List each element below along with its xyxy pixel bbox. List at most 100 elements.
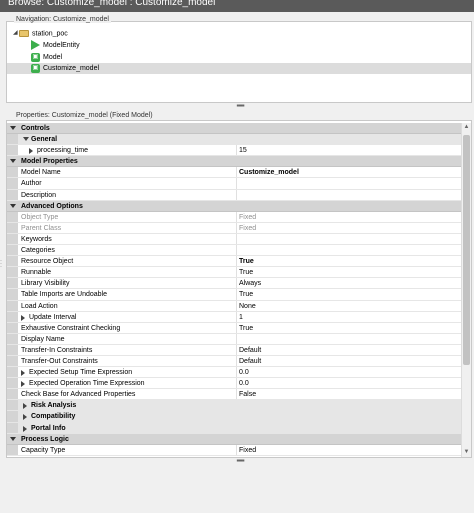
category-row-model-properties[interactable]: Model Properties (7, 156, 463, 168)
property-value-transfer-in-constraints[interactable]: Default (236, 344, 463, 355)
navigation-panel-label: Navigation: Customize_model (14, 16, 111, 23)
property-value-description[interactable] (236, 189, 463, 200)
row-gutter[interactable] (7, 123, 18, 134)
property-value-resource-object[interactable]: True (236, 256, 463, 267)
scroll-thumb[interactable] (463, 135, 470, 365)
window-title: Browse: Customize_model : Customize_mode… (8, 0, 216, 8)
property-value-check-base-for-advanced-properties[interactable]: False (236, 389, 463, 400)
property-value-keywords[interactable] (236, 233, 463, 245)
category-row-process-logic[interactable]: Process Logic (7, 433, 463, 445)
property-value-categories[interactable] (236, 245, 463, 256)
category-row-controls[interactable]: Controls (7, 123, 463, 135)
property-value-capacity-type[interactable]: Fixed (236, 444, 463, 455)
property-name: Risk Analysis (31, 402, 77, 410)
property-value-author[interactable] (236, 178, 463, 189)
property-row-description[interactable]: Description (7, 189, 463, 201)
panel-splitter-handle[interactable]: ▪▪▪▪ (234, 102, 246, 110)
properties-panel-label: Properties: Customize_model (Fixed Model… (14, 112, 155, 119)
tree-item-model[interactable]: ▣ Model (31, 52, 62, 63)
collapse-triangle-icon[interactable] (10, 436, 16, 441)
collapse-triangle-icon[interactable] (10, 126, 16, 130)
subcategory-row-portal-info[interactable]: Portal Info (7, 422, 463, 434)
property-value-expected-operation-time-expression[interactable]: 0.0 (236, 378, 463, 389)
properties-scrollbar[interactable]: ▲ ▼ (461, 123, 471, 457)
row-gutter[interactable] (7, 433, 18, 444)
scroll-up-arrow-icon[interactable]: ▲ (462, 123, 471, 132)
property-value-expected-setup-time-expression[interactable]: 0.0 (236, 367, 463, 378)
property-grid: Controls General processing_time 15 Model Pr… (7, 123, 463, 456)
property-name: Author (21, 180, 42, 188)
subcategory-row-risk-analysis[interactable]: Risk Analysis (7, 400, 463, 412)
property-value-load-action[interactable]: None (236, 300, 463, 311)
bottom-splitter-handle[interactable]: ▪▪▪▪ (234, 457, 246, 465)
row-gutter[interactable] (7, 200, 18, 211)
subcategory-row-compatibility[interactable]: Compatibility (7, 411, 463, 423)
property-name: Description (21, 191, 57, 199)
property-row-object-type[interactable]: Object Type Fixed (7, 211, 463, 223)
expand-triangle-icon[interactable] (21, 314, 25, 321)
property-value-update-interval[interactable]: 1 (236, 311, 463, 322)
collapse-triangle-icon[interactable] (10, 159, 16, 164)
collapse-triangle-icon[interactable] (23, 137, 29, 142)
property-row-author[interactable]: Author (7, 178, 463, 190)
property-value-library-visibility[interactable]: Always (236, 278, 463, 289)
model-cube-icon: ▣ (31, 52, 40, 62)
expand-triangle-icon[interactable] (23, 414, 27, 421)
expand-triangle-icon[interactable] (21, 381, 25, 388)
property-row-library-visibility[interactable]: Library Visibility Always (7, 278, 463, 290)
property-value-table-imports-are-undoable[interactable]: True (236, 289, 463, 300)
property-value-text: 15 (239, 147, 247, 155)
tree-item-customize-model[interactable]: ▣ Customize_model (7, 63, 471, 74)
expand-triangle-icon[interactable] (29, 148, 33, 155)
property-row-transfer-in-constraints[interactable]: Transfer-In Constraints Default (7, 344, 463, 356)
left-edge-resize-handle[interactable]: · · · (0, 258, 4, 270)
property-row-transfer-out-constraints[interactable]: Transfer-Out Constraints Default (7, 355, 463, 368)
property-row-runnable[interactable]: Runnable True (7, 267, 463, 279)
expand-triangle-icon[interactable] (21, 370, 25, 377)
property-name: Advanced Options (21, 202, 83, 210)
property-value-display-name[interactable] (236, 333, 463, 344)
subcategory-row-general[interactable]: General (7, 134, 463, 146)
row-gutter (7, 322, 18, 333)
property-row-update-interval[interactable]: Update Interval 1 (7, 311, 463, 323)
property-row-expected-operation-time-expression[interactable]: Expected Operation Time Expression 0.0 (7, 378, 463, 390)
property-row-table-imports-are-undoable[interactable]: Table Imports are Undoable True (7, 289, 463, 301)
tree-item-station-poc[interactable]: ◢ station_poc (13, 28, 68, 39)
property-row-processing-time[interactable]: processing_time 15 (7, 145, 463, 157)
property-value-parent-class: Fixed (236, 222, 463, 233)
property-row-expected-setup-time-expression[interactable]: Expected Setup Time Expression 0.0 (7, 367, 463, 379)
property-row-check-base-for-advanced-properties[interactable]: Check Base for Advanced Properties False (7, 389, 463, 401)
property-name: Compatibility (31, 413, 76, 421)
expand-triangle-icon[interactable] (23, 403, 27, 410)
row-gutter (7, 278, 18, 289)
property-row-exhaustive-constraint-checking[interactable]: Exhaustive Constraint Checking True (7, 322, 463, 334)
property-value-processing-time[interactable]: 15 (236, 145, 463, 156)
row-gutter (7, 233, 18, 245)
property-name: Keywords (21, 235, 52, 243)
expand-triangle-icon[interactable] (23, 425, 27, 432)
row-gutter (7, 167, 18, 178)
property-row-load-action[interactable]: Load Action None (7, 300, 463, 312)
row-gutter[interactable] (7, 156, 18, 167)
property-value-runnable[interactable]: True (236, 267, 463, 278)
category-row-advanced-options[interactable]: Advanced Options (7, 200, 463, 212)
property-value-model-name[interactable]: Customize_model (236, 167, 463, 178)
collapse-triangle-icon[interactable] (10, 203, 16, 208)
property-row-capacity-type[interactable]: Capacity Type Fixed (7, 444, 463, 456)
property-row-categories[interactable]: Categories (7, 245, 463, 257)
property-name: Model Properties (21, 158, 78, 166)
property-row-display-name[interactable]: Display Name (7, 333, 463, 345)
row-gutter (7, 256, 18, 267)
property-row-keywords[interactable]: Keywords (7, 233, 463, 246)
property-row-model-name[interactable]: Model Name Customize_model (7, 167, 463, 179)
tree-item-modelentity[interactable]: ModelEntity (31, 40, 80, 51)
window-title-bar[interactable]: Browse: Customize_model : Customize_mode… (0, 0, 474, 12)
scroll-down-arrow-icon[interactable]: ▼ (462, 448, 471, 457)
property-row-parent-class[interactable]: Parent Class Fixed (7, 222, 463, 234)
property-value-exhaustive-constraint-checking[interactable]: True (236, 322, 463, 333)
property-row-resource-object[interactable]: Resource Object True (7, 256, 463, 268)
tree-item-label: Customize_model (43, 65, 100, 72)
property-name: Table Imports are Undoable (21, 291, 107, 299)
property-value-transfer-out-constraints[interactable]: Default (236, 355, 463, 367)
property-name: Transfer-In Constraints (21, 346, 93, 354)
